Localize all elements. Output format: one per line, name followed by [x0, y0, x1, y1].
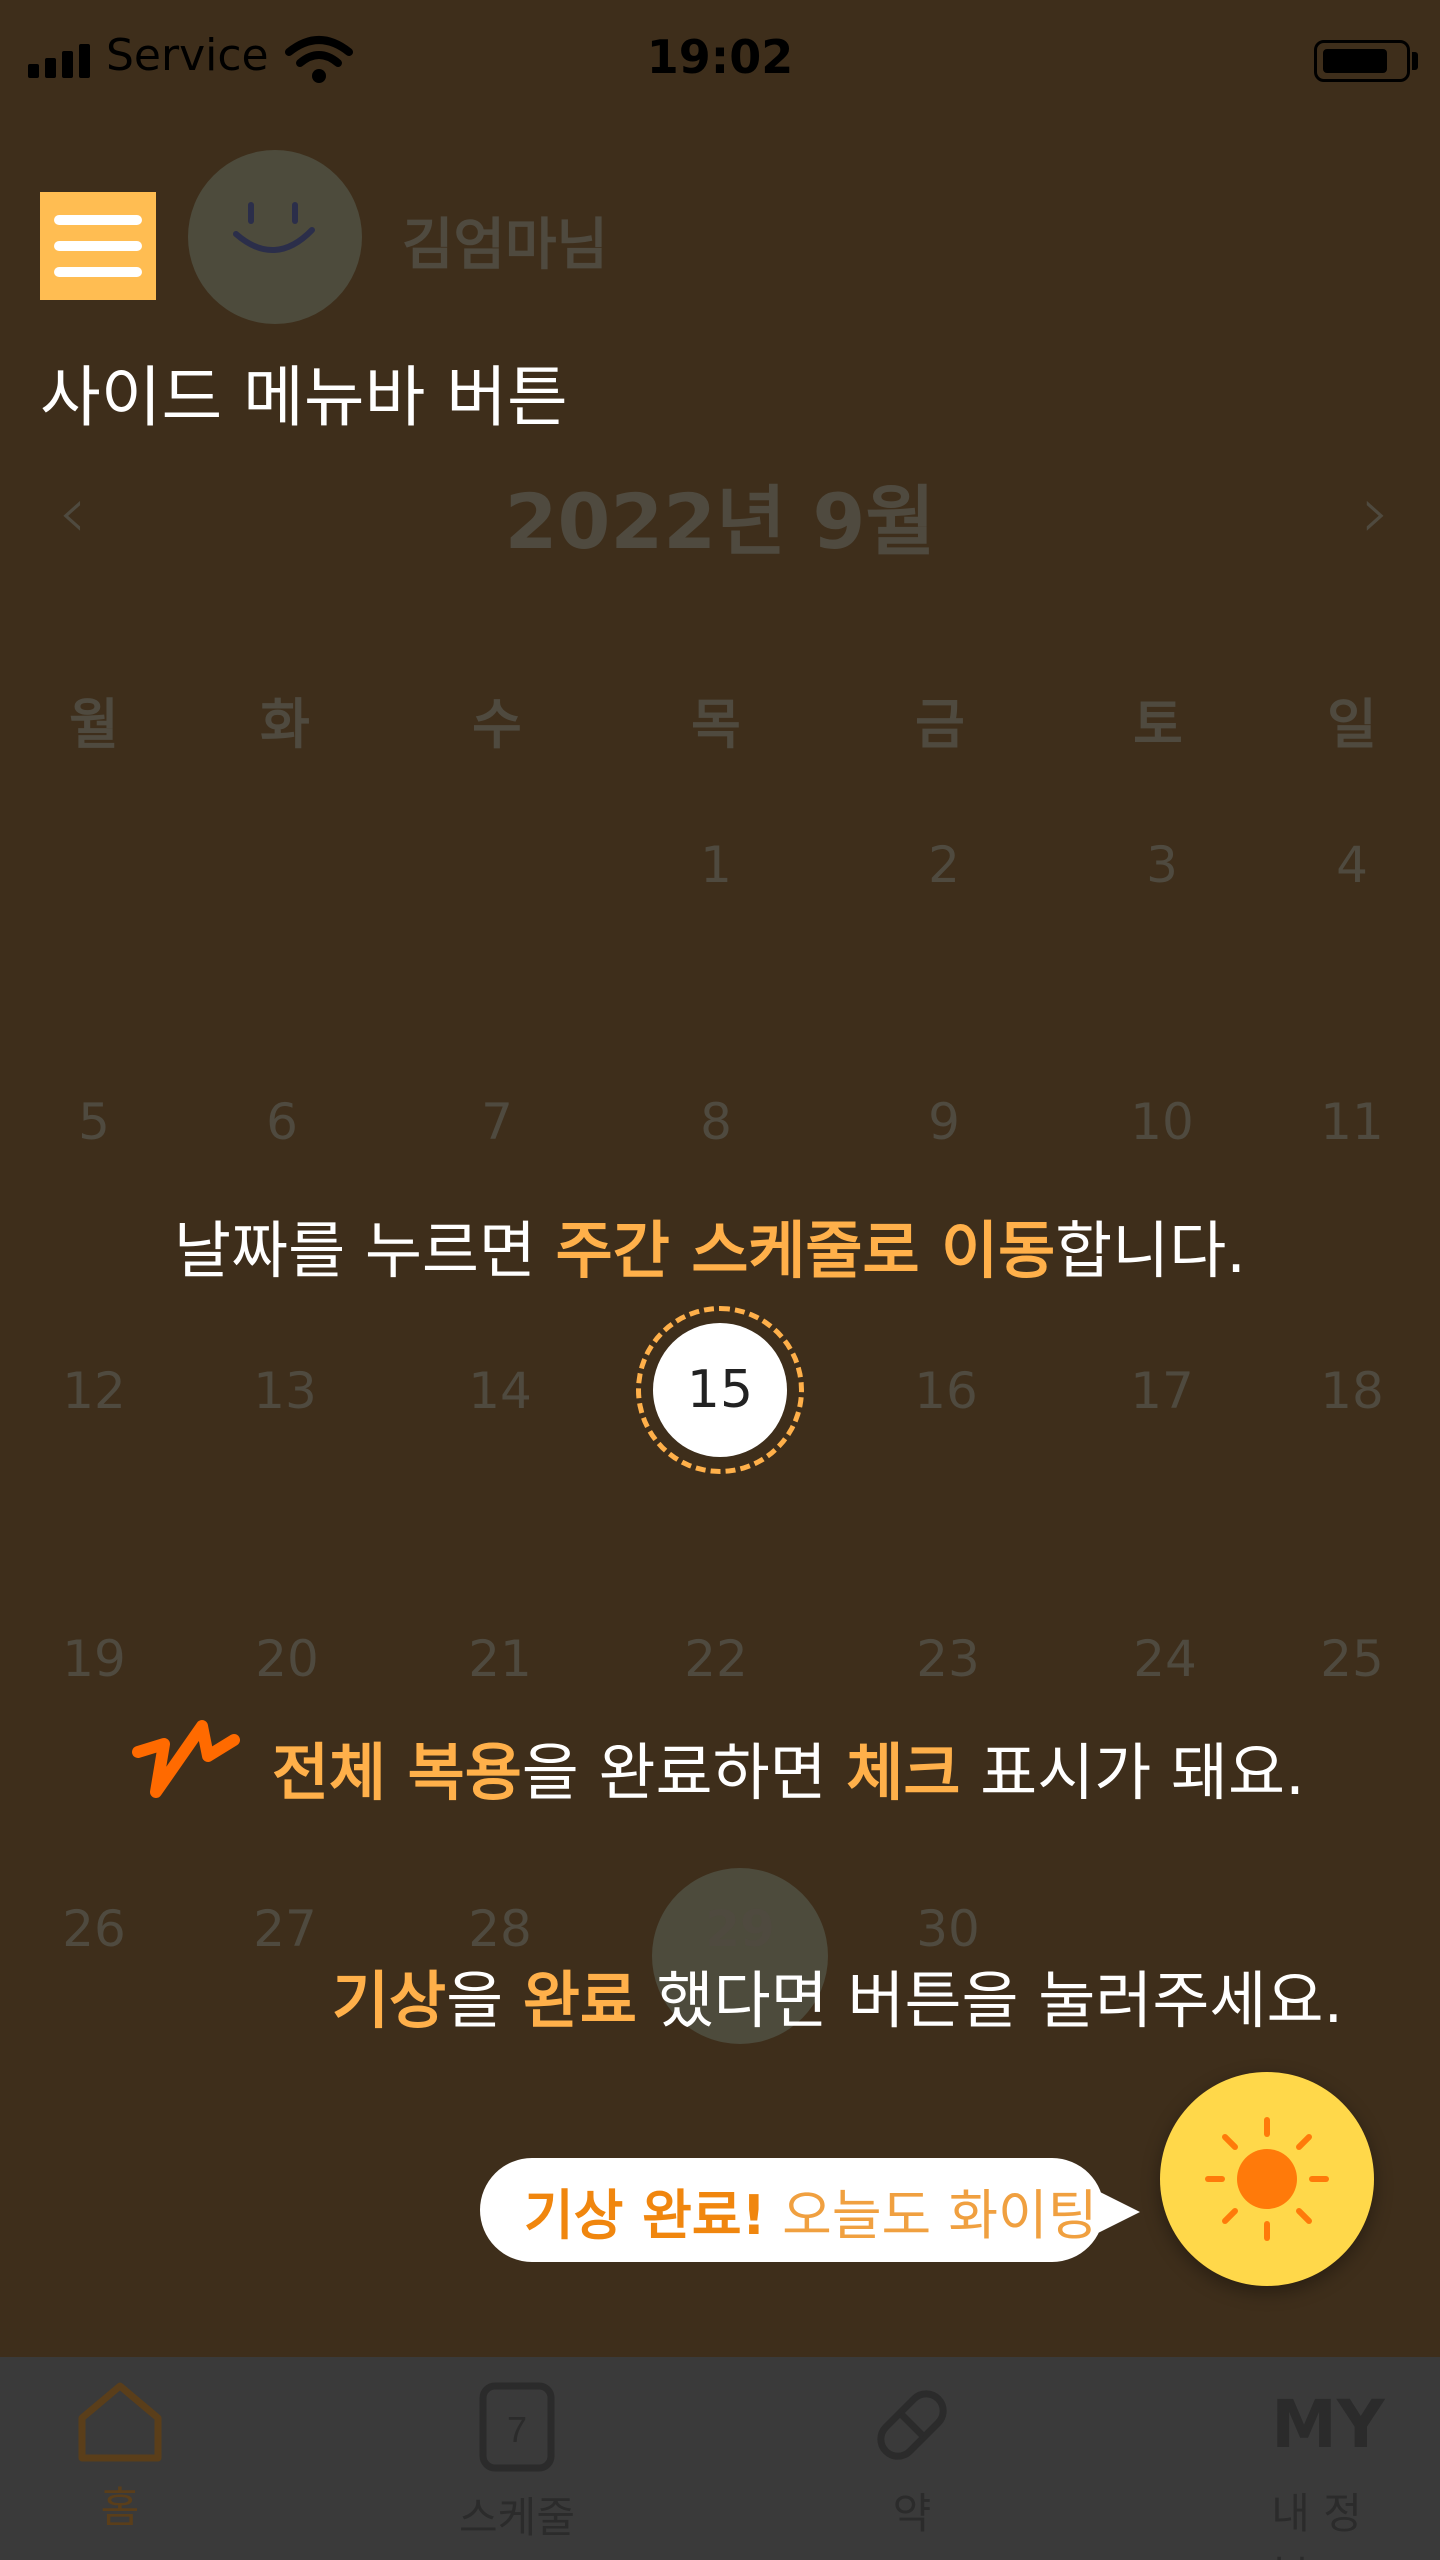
calendar-day[interactable]: 10	[1130, 1093, 1194, 1151]
date-tip: 날짜를 누르면 주간 스케줄로 이동합니다.	[174, 1200, 1246, 1290]
check-tip-text: 을 완료하면	[521, 1736, 847, 1809]
clock: 19:02	[646, 30, 794, 84]
username: 김엄마님	[402, 213, 609, 278]
wake-tip-text: 했다면 버튼을 눌러주세요.	[636, 1964, 1344, 2037]
calendar-day[interactable]: 9	[928, 1093, 960, 1151]
sample-date: 15	[653, 1323, 787, 1457]
bubble-tail	[1096, 2190, 1140, 2234]
calendar-day[interactable]: 6	[266, 1093, 298, 1151]
tab-schedule[interactable]: 7 스케줄	[459, 2380, 575, 2545]
weekday-label: 토	[1133, 693, 1183, 756]
battery-cap	[1412, 52, 1418, 70]
calendar-day[interactable]: 19	[62, 1630, 126, 1688]
calendar-day[interactable]: 24	[1133, 1630, 1197, 1688]
calendar-icon: 7	[479, 2382, 555, 2472]
calendar-day[interactable]: 23	[916, 1630, 980, 1688]
tab-home[interactable]: 홈	[74, 2380, 166, 2535]
calendar-day[interactable]: 27	[253, 1900, 317, 1958]
sample-date-highlight[interactable]: 15	[636, 1306, 804, 1474]
tab-label: 스케줄	[459, 2493, 575, 2542]
wake-tip-highlight: 완료	[522, 1964, 637, 2037]
date-tip-text: 날짜를 누르면	[174, 1214, 556, 1287]
calendar-day[interactable]: 14	[468, 1362, 532, 1420]
tab-my-info[interactable]: MY 내 정보	[1271, 2380, 1384, 2560]
sun-icon	[1205, 2117, 1329, 2241]
calendar-day[interactable]: 26	[62, 1900, 126, 1958]
smile-icon	[233, 202, 315, 253]
date-tip-text: 합니다.	[1055, 1214, 1246, 1287]
bubble-bold: 기상 완료!	[524, 2183, 767, 2247]
weekday-label: 월	[69, 693, 119, 756]
calendar-day[interactable]: 13	[253, 1362, 317, 1420]
weekday-label: 수	[472, 693, 522, 756]
calendar-day[interactable]: 4	[1336, 836, 1368, 894]
weekday-label: 일	[1327, 693, 1377, 756]
side-menu-button[interactable]	[40, 192, 156, 300]
wake-complete-button[interactable]	[1160, 2072, 1374, 2286]
bubble-text: 오늘도 화이팅	[782, 2183, 1098, 2247]
calendar-day[interactable]: 21	[468, 1630, 532, 1688]
avatar[interactable]	[188, 150, 362, 324]
check-tip-highlight: 체크	[846, 1736, 961, 1809]
tab-medicine[interactable]: 약	[867, 2380, 957, 2541]
weekday-label: 화	[260, 693, 310, 756]
calendar-day[interactable]: 2	[928, 836, 960, 894]
tab-label: 내 정보	[1271, 2489, 1362, 2560]
calendar-icon-badge: 7	[507, 2409, 527, 2450]
wake-tip-highlight: 기상	[332, 1964, 447, 2037]
check-tip-highlight: 전체 복용	[272, 1736, 522, 1809]
month-title: 2022년 9월	[504, 477, 936, 566]
check-tip-text: 표시가 돼요.	[960, 1736, 1305, 1809]
calendar-day[interactable]: 5	[78, 1093, 110, 1151]
weekday-label: 금	[915, 693, 965, 756]
tab-bar	[0, 2357, 1440, 2560]
calendar-day[interactable]: 8	[700, 1093, 732, 1151]
calendar-day[interactable]: 25	[1320, 1630, 1384, 1688]
calendar-day[interactable]: 12	[62, 1362, 126, 1420]
calendar-day[interactable]: 3	[1146, 836, 1178, 894]
check-icon	[132, 1720, 240, 1798]
calendar-day[interactable]: 11	[1320, 1093, 1384, 1151]
calendar-day[interactable]: 7	[481, 1093, 513, 1151]
next-month-button[interactable]: ›	[1361, 470, 1390, 554]
calendar-day[interactable]: 17	[1130, 1362, 1194, 1420]
status-bar: Service 19:02	[0, 0, 1440, 120]
tab-label: 홈	[100, 2483, 140, 2532]
calendar-day[interactable]: 20	[255, 1630, 319, 1688]
tab-label: 약	[892, 2489, 932, 2538]
calendar-day[interactable]: 1	[700, 836, 732, 894]
weekday-label: 목	[691, 693, 741, 756]
menu-tip: 사이드 메뉴바 버튼	[40, 359, 568, 436]
wake-bubble: 기상 완료! 오늘도 화이팅	[480, 2158, 1104, 2262]
home-icon	[78, 2382, 162, 2462]
calendar-day[interactable]: 18	[1320, 1362, 1384, 1420]
pill-icon	[877, 2390, 947, 2460]
wake-tip-text: 을	[446, 1964, 523, 2037]
date-tip-highlight: 주간 스케줄로 이동	[555, 1214, 1056, 1287]
my-icon: MY	[1271, 2386, 1385, 2463]
check-tip: 전체 복용을 완료하면 체크 표시가 돼요.	[272, 1722, 1305, 1812]
calendar-day[interactable]: 16	[914, 1362, 978, 1420]
wake-tip: 기상을 완료 했다면 버튼을 눌러주세요.	[332, 1950, 1343, 2040]
calendar-day[interactable]: 22	[684, 1630, 748, 1688]
battery-icon	[1314, 40, 1410, 82]
